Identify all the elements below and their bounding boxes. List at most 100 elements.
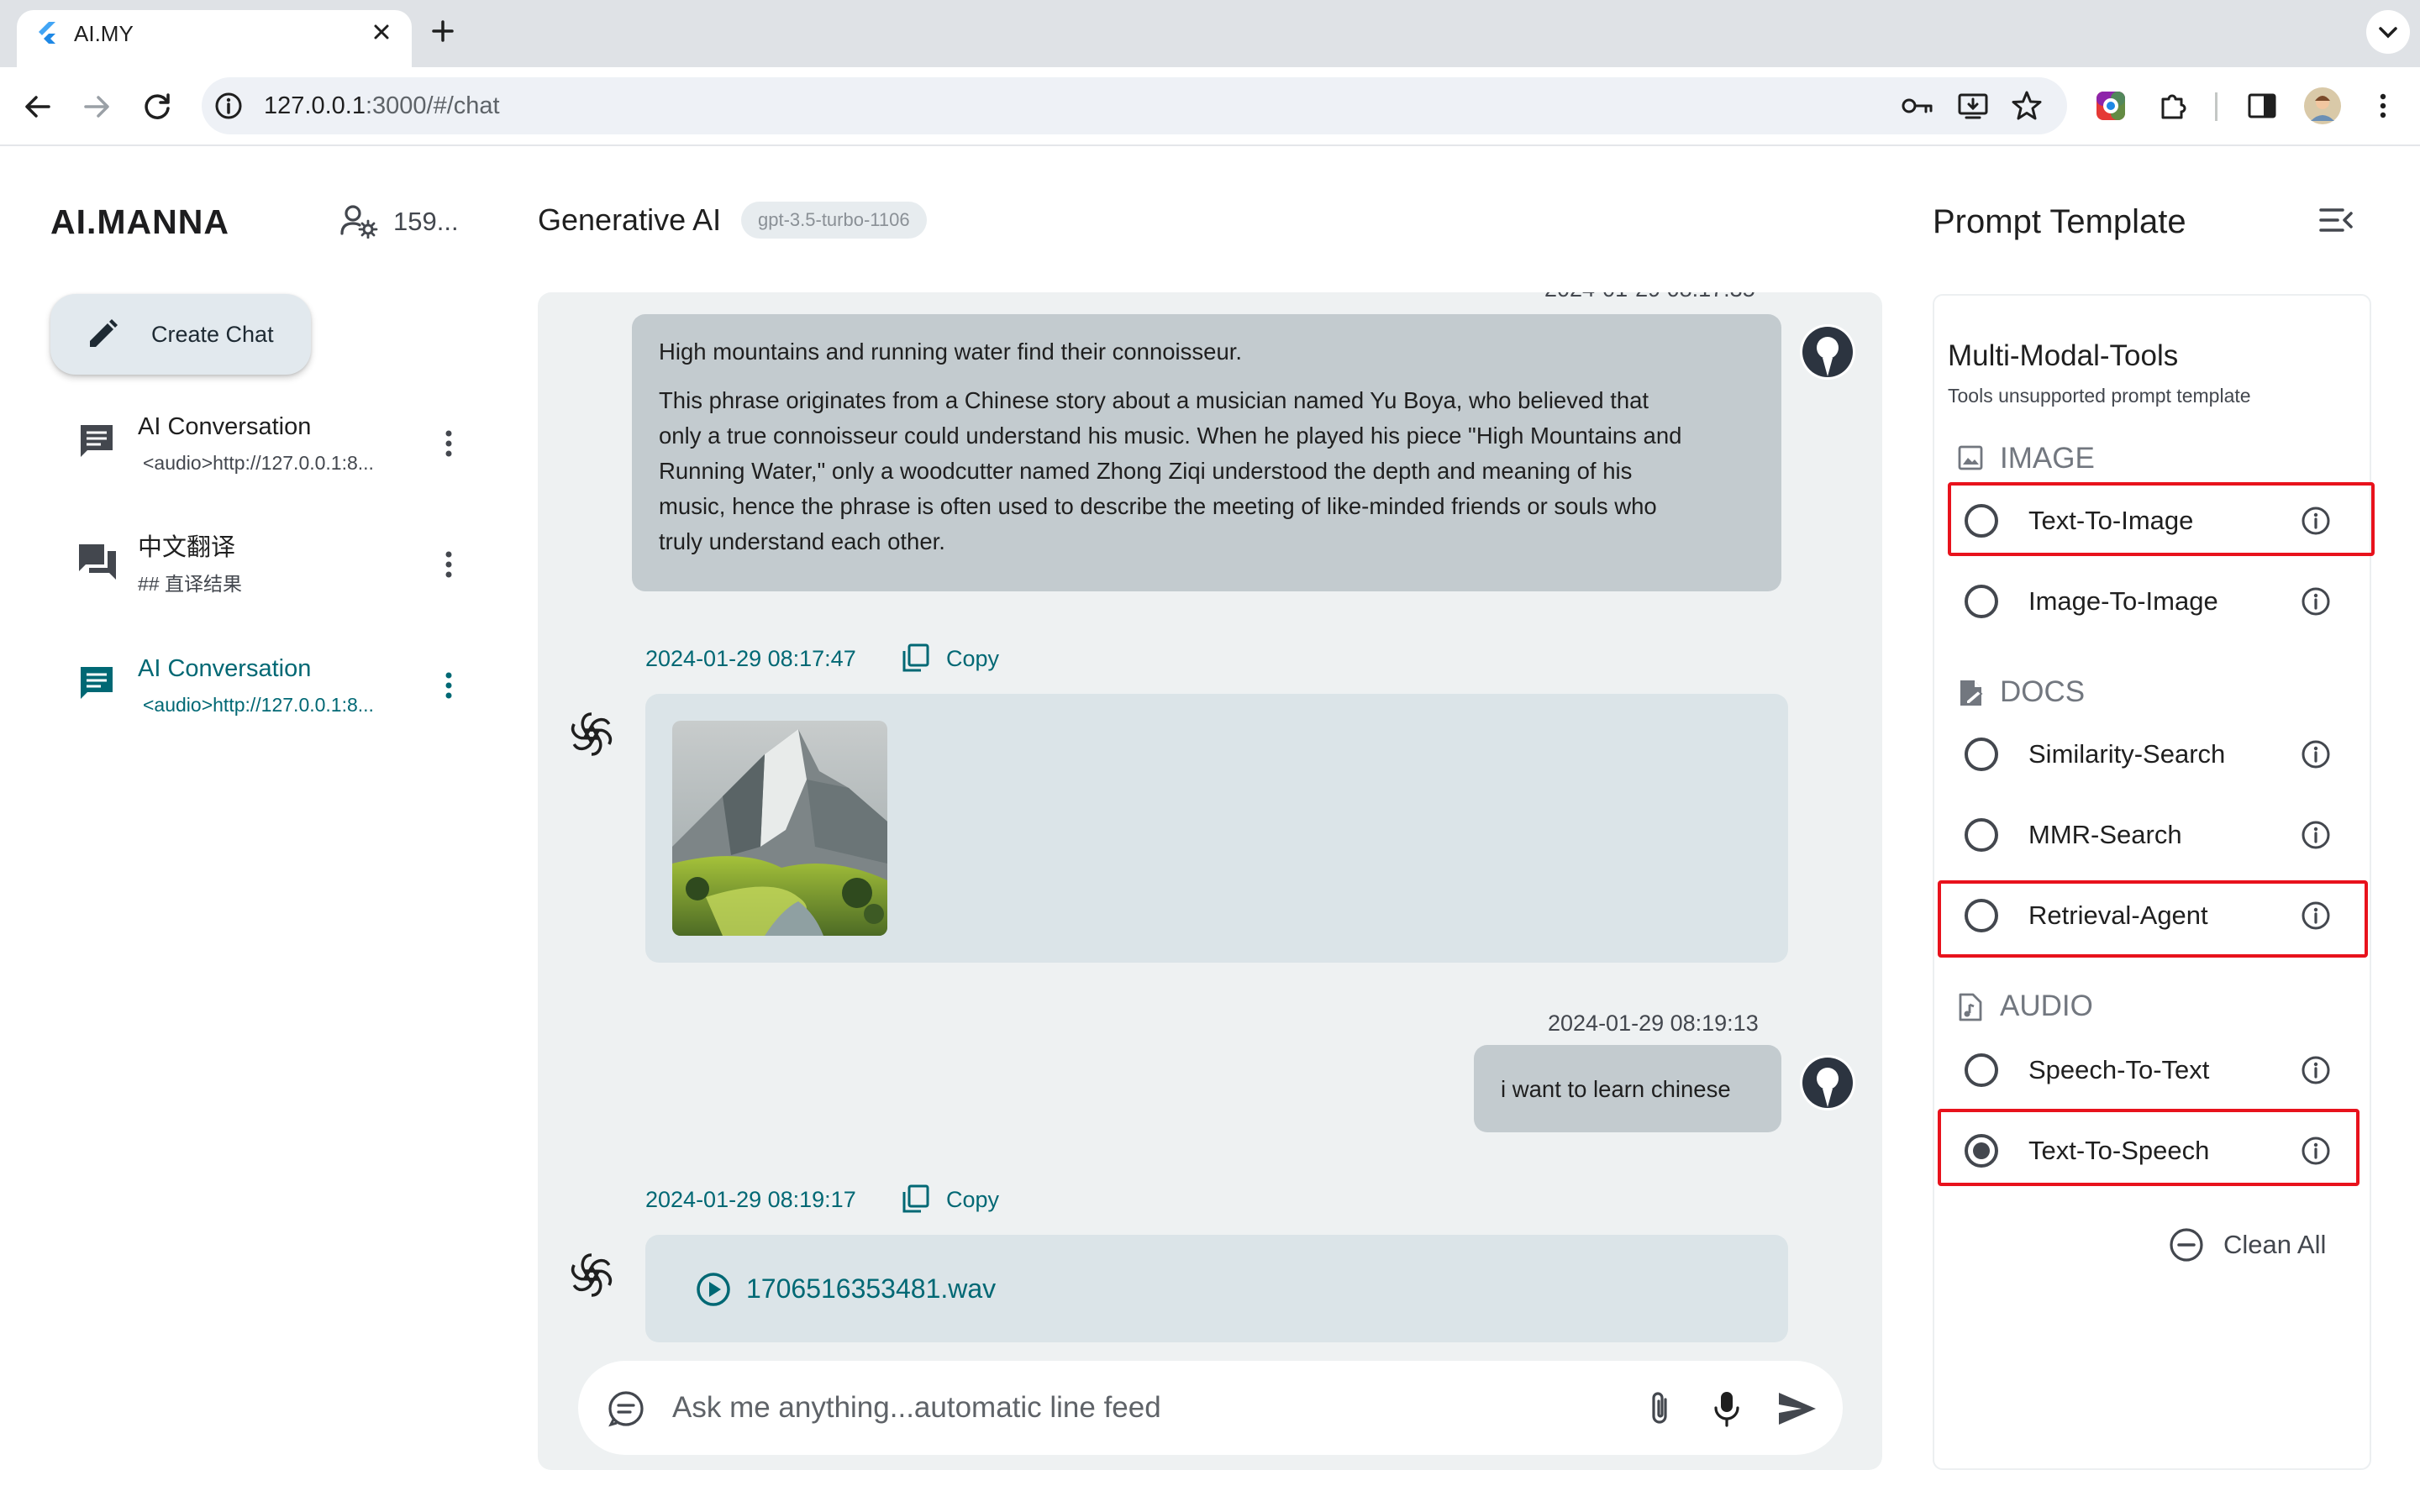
section-header-docs: DOCS [2000, 675, 2086, 708]
radio-button[interactable] [1965, 585, 1998, 618]
extensions-puzzle-icon[interactable] [2156, 89, 2190, 123]
browser-menu-icon[interactable] [2371, 89, 2395, 123]
collapse-menu-icon[interactable] [2319, 205, 2353, 235]
chat-messages-panel[interactable]: 2024-01-29 08:17:35 High mountains and r… [538, 292, 1882, 1470]
copy-button[interactable]: Copy [946, 643, 999, 674]
chat-input-bar [578, 1361, 1843, 1455]
more-vert-icon[interactable] [442, 548, 455, 581]
site-info-icon[interactable] [213, 91, 244, 121]
conversation-title: AI Conversation [138, 413, 312, 440]
copy-icon[interactable] [901, 643, 929, 672]
forum-icon [77, 543, 118, 581]
assistant-message-bubble: 1706516353481.wav [645, 1235, 1788, 1342]
section-header-image: IMAGE [2000, 442, 2095, 475]
remove-circle-icon [2168, 1226, 2205, 1263]
user-message-bubble: High mountains and running water find th… [632, 314, 1781, 591]
back-arrow-icon[interactable] [20, 89, 55, 124]
info-icon[interactable] [2301, 820, 2331, 850]
chat-bubble-icon [77, 422, 116, 460]
play-circle-icon[interactable] [696, 1272, 731, 1307]
info-icon[interactable] [2301, 739, 2331, 769]
document-icon [1958, 679, 1985, 707]
tools-card-subtitle: Tools unsupported prompt template [1948, 385, 2251, 407]
assistant-message-bubble [645, 694, 1788, 963]
create-chat-button[interactable]: Create Chat [50, 294, 311, 375]
section-header-audio: AUDIO [2000, 990, 2093, 1022]
attach-paperclip-icon[interactable] [1645, 1389, 1674, 1428]
tools-card-title: Multi-Modal-Tools [1948, 339, 2179, 372]
toolbar-divider [2215, 92, 2217, 121]
new-tab-icon[interactable] [429, 17, 457, 45]
tool-label: Similarity-Search [2028, 739, 2226, 769]
tool-option-image-to-image[interactable]: Image-To-Image [1948, 561, 2360, 642]
message-paragraph: High mountains and running water find th… [659, 339, 1243, 365]
message-timestamp: 2024-01-29 08:17:47 [645, 646, 856, 671]
tool-label: Image-To-Image [2028, 586, 2218, 616]
tab-title: AI.MY [74, 21, 134, 46]
conversation-item[interactable]: 中文翻译 ## 直译结果 [50, 522, 487, 623]
user-settings-icon[interactable] [339, 203, 378, 239]
tab-close-icon[interactable] [370, 20, 393, 44]
audio-file-icon [1958, 993, 1983, 1021]
bookmark-star-icon[interactable] [2010, 89, 2044, 123]
radio-button[interactable] [1965, 1053, 1998, 1087]
tool-option-similarity-search[interactable]: Similarity-Search [1948, 714, 2360, 795]
user-count[interactable]: 159... [393, 205, 459, 239]
side-panel-icon[interactable] [2245, 89, 2279, 123]
forward-arrow-icon[interactable] [79, 89, 114, 124]
prompt-template-icon[interactable] [607, 1389, 645, 1428]
conversation-item[interactable]: AI Conversation <audio>http://127.0.0.1:… [50, 402, 487, 502]
info-icon[interactable] [2301, 1055, 2331, 1085]
conversation-title: 中文翻译 [138, 534, 236, 561]
highlight-box [1948, 482, 2375, 556]
install-app-icon[interactable] [1956, 89, 1990, 123]
reload-icon[interactable] [139, 89, 175, 124]
tool-label: MMR-Search [2028, 820, 2182, 849]
clean-all-label: Clean All [2223, 1230, 2327, 1259]
radio-button[interactable] [1965, 738, 1998, 771]
edit-pencil-icon [86, 318, 119, 351]
message-paragraph: This phrase originates from a Chinese st… [659, 387, 1682, 554]
audio-file-link[interactable]: 1706516353481.wav [746, 1272, 996, 1305]
conversation-subtitle: <audio>http://127.0.0.1:8... [143, 452, 374, 474]
send-icon[interactable] [1776, 1389, 1818, 1428]
user-message-bubble: i want to learn chinese [1474, 1045, 1781, 1132]
info-icon[interactable] [2301, 586, 2331, 617]
password-key-icon[interactable] [1901, 91, 1934, 121]
prompt-template-title: Prompt Template [1933, 203, 2186, 240]
tab-search-button[interactable] [2366, 10, 2410, 54]
conversation-item-active[interactable]: AI Conversation <audio>http://127.0.0.1:… [50, 643, 487, 744]
profile-avatar[interactable] [2304, 87, 2341, 124]
message-timestamp: 2024-01-29 08:19:13 [1548, 1011, 1759, 1036]
app-brand: AI.MANNA [50, 202, 229, 241]
chat-input[interactable] [672, 1386, 1597, 1430]
url-text[interactable]: 127.0.0.1:3000/#/chat [264, 91, 500, 121]
copy-button[interactable]: Copy [946, 1184, 999, 1215]
tool-label: Speech-To-Text [2028, 1055, 2210, 1084]
message-timestamp: 2024-01-29 08:19:17 [645, 1187, 856, 1212]
user-avatar-icon [1800, 324, 1855, 380]
chat-title: Generative AI [538, 202, 722, 237]
create-chat-label: Create Chat [151, 322, 274, 347]
more-vert-icon[interactable] [442, 427, 455, 460]
tool-option-mmr-search[interactable]: MMR-Search [1948, 795, 2360, 875]
radio-button[interactable] [1965, 818, 1998, 852]
openai-logo-icon [565, 1248, 618, 1302]
message-text: i want to learn chinese [1501, 1076, 1731, 1102]
highlight-box [1938, 1109, 2360, 1186]
color-extension-icon[interactable] [2094, 89, 2128, 123]
tool-option-speech-to-text[interactable]: Speech-To-Text [1948, 1030, 2360, 1110]
more-vert-icon[interactable] [442, 669, 455, 702]
conversation-title: AI Conversation [138, 655, 312, 682]
user-avatar-icon [1800, 1055, 1855, 1110]
flutter-favicon-icon [37, 20, 59, 45]
generated-image[interactable] [672, 721, 887, 936]
highlight-box [1938, 880, 2368, 958]
model-chip[interactable]: gpt-3.5-turbo-1106 [741, 202, 927, 239]
copy-icon[interactable] [901, 1184, 929, 1213]
image-icon [1958, 445, 1983, 470]
conversation-subtitle: ## 直译结果 [138, 573, 242, 595]
chat-bubble-icon [77, 664, 116, 702]
conversation-subtitle: <audio>http://127.0.0.1:8... [143, 694, 374, 716]
microphone-icon[interactable] [1712, 1389, 1741, 1428]
